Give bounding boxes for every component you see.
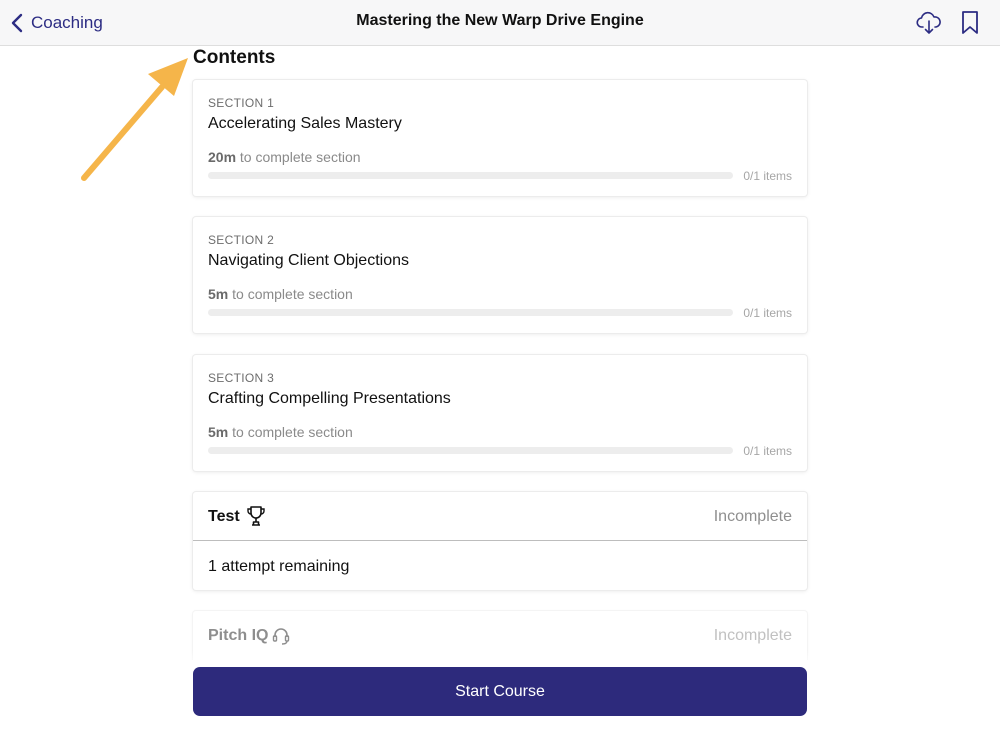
- cloud-download-icon: [916, 11, 941, 34]
- bookmark-icon: [962, 11, 978, 34]
- bookmark-button[interactable]: [960, 10, 980, 36]
- items-count: 0/1 items: [743, 306, 792, 320]
- download-button[interactable]: [916, 10, 942, 36]
- duration-suffix: to complete section: [232, 424, 353, 440]
- section-title: Crafting Compelling Presentations: [208, 390, 451, 407]
- section-label: SECTION 2: [208, 233, 275, 247]
- headset-icon: [272, 628, 290, 645]
- section-label: SECTION 3: [208, 371, 275, 385]
- section-duration: 20m to complete section: [208, 149, 361, 165]
- section-card-3[interactable]: SECTION 3 Crafting Compelling Presentati…: [193, 355, 807, 471]
- test-header: Test Incomplete: [193, 492, 807, 541]
- nav-bar: Coaching Mastering the New Warp Drive En…: [0, 0, 1000, 46]
- section-card-2[interactable]: SECTION 2 Navigating Client Objections 5…: [193, 217, 807, 333]
- pitch-iq-title: Pitch IQ: [208, 627, 269, 644]
- progress-bar: [208, 447, 733, 454]
- test-card[interactable]: Test Incomplete 1 attempt remaining: [193, 492, 807, 590]
- duration-suffix: to complete section: [232, 286, 353, 302]
- duration-value: 5m: [208, 424, 229, 440]
- contents-heading: Contents: [193, 47, 276, 68]
- section-title: Navigating Client Objections: [208, 252, 409, 269]
- trophy-icon: [247, 506, 265, 526]
- items-count: 0/1 items: [743, 169, 792, 183]
- duration-value: 5m: [208, 286, 229, 302]
- progress-bar: [208, 172, 733, 179]
- section-card-1[interactable]: SECTION 1 Accelerating Sales Mastery 20m…: [193, 80, 807, 196]
- start-course-button[interactable]: Start Course: [193, 667, 807, 716]
- section-duration: 5m to complete section: [208, 424, 353, 440]
- section-duration: 5m to complete section: [208, 286, 353, 302]
- duration-suffix: to complete section: [239, 149, 361, 165]
- section-title: Accelerating Sales Mastery: [208, 115, 402, 132]
- items-count: 0/1 items: [743, 444, 792, 458]
- annotation-arrow-icon: [81, 58, 188, 181]
- test-title: Test: [208, 508, 240, 525]
- test-status: Incomplete: [713, 508, 792, 525]
- attempts-remaining: 1 attempt remaining: [208, 558, 350, 575]
- page-title: Mastering the New Warp Drive Engine: [356, 12, 644, 29]
- duration-value: 20m: [208, 149, 237, 165]
- progress-bar: [208, 309, 733, 316]
- section-label: SECTION 1: [208, 96, 275, 110]
- pitch-iq-status: Incomplete: [713, 627, 792, 644]
